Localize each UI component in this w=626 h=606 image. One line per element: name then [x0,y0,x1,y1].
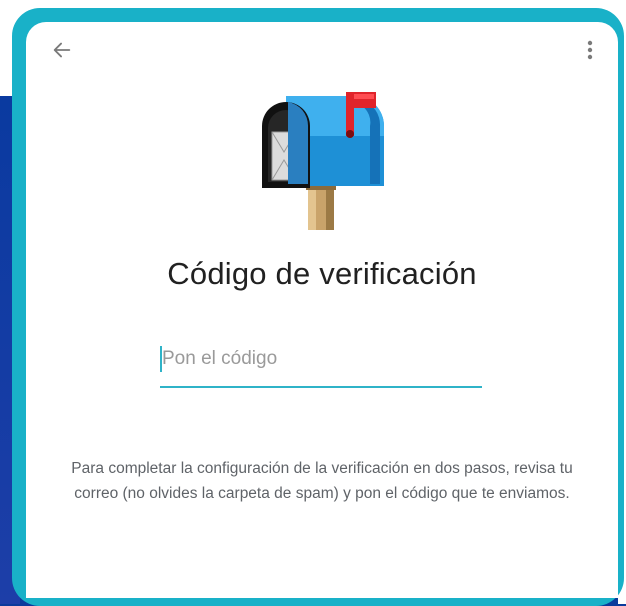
more-vert-icon [587,39,593,66]
verification-card: Código de verificación Para completar la… [26,22,618,598]
verification-code-field[interactable] [160,334,484,388]
overflow-menu-button[interactable] [578,36,602,68]
back-button[interactable] [46,36,78,68]
verification-code-input[interactable] [160,344,484,374]
instructions-text: Para completar la configuración de la ve… [71,460,573,502]
arrow-back-icon [51,39,73,66]
mailbox-icon [258,86,386,234]
page-title: Código de verificación [167,256,477,291]
